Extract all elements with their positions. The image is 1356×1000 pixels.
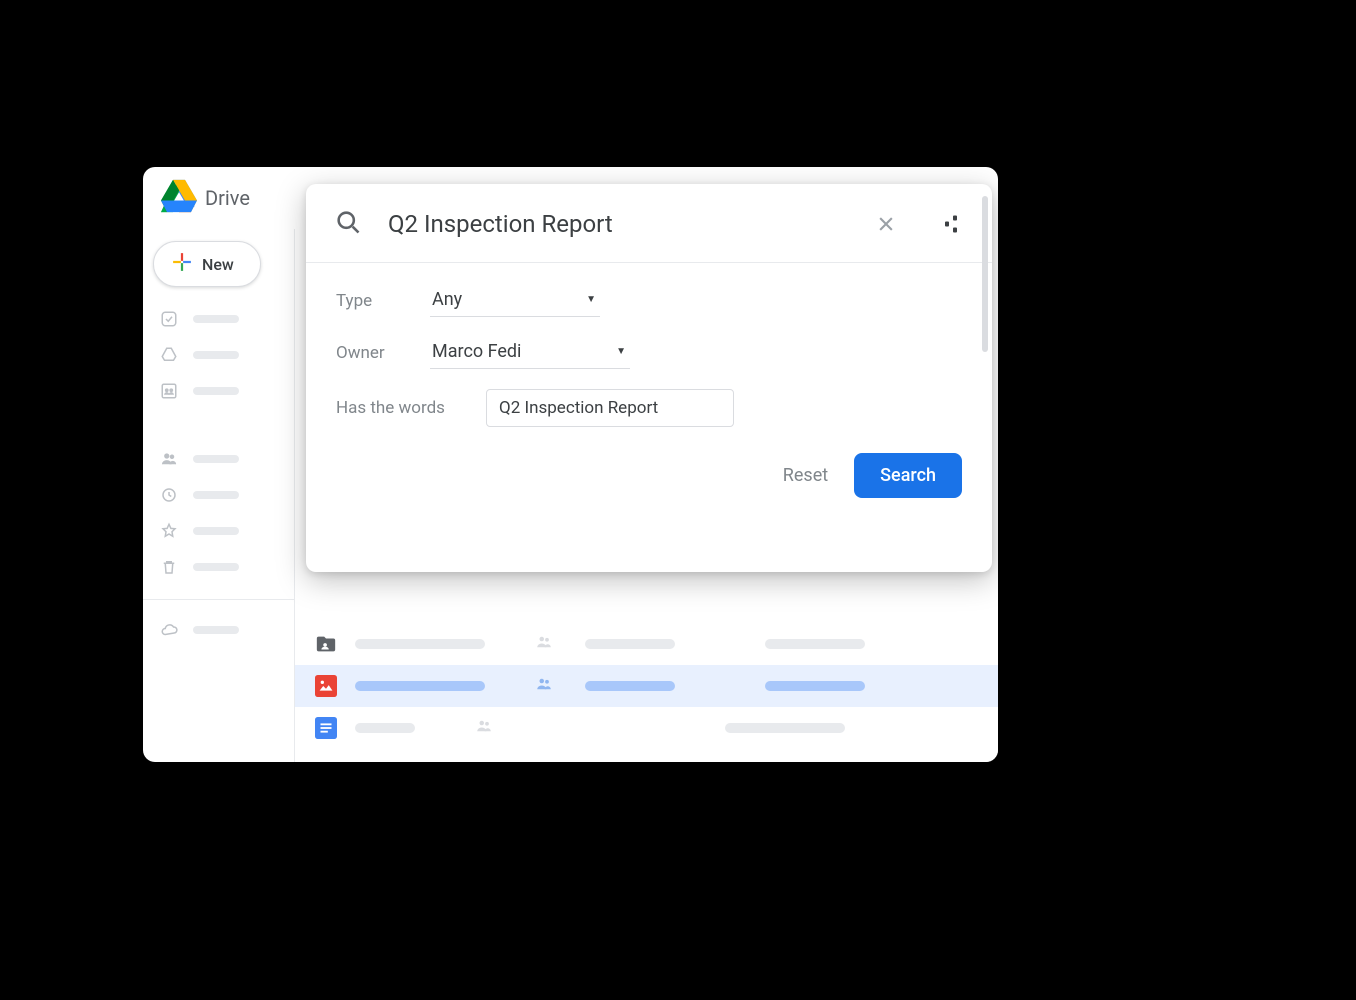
sidebar-item-storage[interactable] (153, 616, 284, 644)
app-name: Drive (205, 186, 250, 210)
sidebar-item-label (193, 563, 239, 571)
people-icon (159, 449, 179, 469)
sidebar-item-trash[interactable] (153, 553, 284, 581)
plus-icon (172, 252, 192, 276)
shared-icon (475, 717, 585, 739)
type-value: Any (432, 289, 462, 310)
trash-icon (159, 557, 179, 577)
sidebar-item-shared-drives[interactable] (153, 377, 284, 405)
file-row[interactable] (295, 623, 998, 665)
search-icon (334, 208, 362, 240)
type-select[interactable]: Any ▼ (430, 285, 600, 317)
clear-search-button[interactable] (872, 210, 900, 238)
sidebar-item-label (193, 455, 239, 463)
search-actions: Reset Search (306, 427, 992, 524)
file-name-placeholder (355, 723, 415, 733)
sidebar-item-priority[interactable] (153, 305, 284, 333)
caret-down-icon: ▼ (616, 346, 626, 357)
scrollbar-thumb[interactable] (982, 196, 988, 352)
owner-value: Marco Fedi (432, 341, 521, 362)
cloud-icon (159, 620, 179, 640)
shared-drives-icon (159, 381, 179, 401)
reset-button[interactable]: Reset (783, 465, 828, 486)
search-options-icon[interactable] (936, 210, 964, 238)
filter-row-words: Has the words (336, 389, 962, 427)
owner-select[interactable]: Marco Fedi ▼ (430, 337, 630, 369)
file-date-placeholder (765, 723, 845, 733)
search-button[interactable]: Search (854, 453, 962, 498)
sidebar-item-shared-with-me[interactable] (153, 445, 284, 473)
words-input[interactable] (486, 389, 734, 427)
file-name-placeholder (355, 639, 485, 649)
image-file-icon (315, 675, 337, 697)
sidebar-item-mydrive[interactable] (153, 341, 284, 369)
shared-icon (535, 675, 585, 697)
sidebar-item-label (193, 626, 239, 634)
sidebar-item-label (193, 351, 239, 359)
file-date-placeholder (765, 639, 865, 649)
sidebar-item-label (193, 387, 239, 395)
words-label: Has the words (336, 398, 486, 418)
docs-file-icon (315, 717, 337, 739)
clock-icon (159, 485, 179, 505)
advanced-search-panel: Type Any ▼ Owner Marco Fedi ▼ Has the wo… (306, 184, 992, 572)
filter-row-owner: Owner Marco Fedi ▼ (336, 337, 962, 369)
sidebar-item-recent[interactable] (153, 481, 284, 509)
new-button[interactable]: New (153, 241, 261, 287)
drive-icon (161, 178, 197, 218)
star-icon (159, 521, 179, 541)
sidebar-item-label (193, 527, 239, 535)
caret-down-icon: ▼ (586, 294, 596, 305)
sidebar-item-label (193, 315, 239, 323)
file-name-placeholder (355, 681, 485, 691)
search-filters: Type Any ▼ Owner Marco Fedi ▼ Has the wo… (306, 263, 992, 427)
check-square-icon (159, 309, 179, 329)
new-button-label: New (202, 255, 234, 274)
search-header (306, 184, 992, 263)
filter-row-type: Type Any ▼ (336, 285, 962, 317)
search-input[interactable] (388, 210, 836, 238)
file-date-placeholder (765, 681, 865, 691)
sidebar: New (143, 229, 295, 762)
file-owner-placeholder (585, 639, 675, 649)
type-label: Type (336, 291, 430, 311)
file-owner-placeholder (585, 681, 675, 691)
owner-label: Owner (336, 343, 430, 363)
file-row[interactable] (295, 707, 998, 749)
shared-folder-icon (315, 633, 337, 655)
drive-outline-icon (159, 345, 179, 365)
sidebar-item-label (193, 491, 239, 499)
file-row-selected[interactable] (295, 665, 998, 707)
shared-icon (535, 633, 585, 655)
drive-logo[interactable]: Drive (161, 178, 250, 218)
sidebar-item-starred[interactable] (153, 517, 284, 545)
